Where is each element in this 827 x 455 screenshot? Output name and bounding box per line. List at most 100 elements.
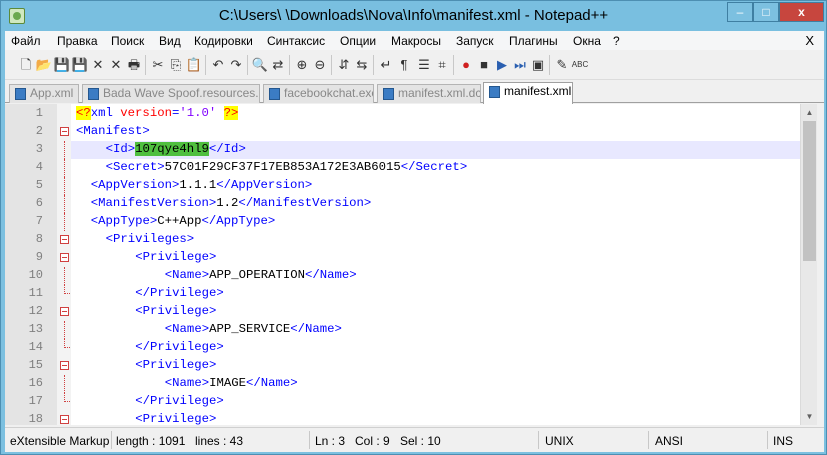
code-line[interactable]: 14 </Privilege> bbox=[5, 339, 800, 357]
scroll-down-arrow-icon[interactable]: ▼ bbox=[801, 408, 818, 425]
code-text[interactable]: <AppType>C++App</AppType> bbox=[71, 213, 800, 231]
code-line[interactable]: 17 </Privilege> bbox=[5, 393, 800, 411]
close-all-icon[interactable]: ✕ bbox=[107, 56, 125, 74]
zoom-out-icon[interactable]: ⊖ bbox=[311, 56, 329, 74]
code-line[interactable]: 6 <ManifestVersion>1.2</ManifestVersion> bbox=[5, 195, 800, 213]
menu-search[interactable]: Поиск bbox=[111, 34, 144, 48]
menu-macros[interactable]: Макросы bbox=[391, 34, 441, 48]
abc-spellcheck-icon[interactable]: ABC bbox=[571, 56, 589, 74]
scrollbar-thumb[interactable] bbox=[803, 121, 816, 261]
fold-toggle-icon[interactable] bbox=[60, 127, 69, 136]
spellcheck-icon[interactable]: ✎ bbox=[553, 56, 571, 74]
code-line[interactable]: 4 <Secret>57C01F29CF37F17EB853A172E3AB601… bbox=[5, 159, 800, 177]
code-token: 1.1.1 bbox=[179, 178, 217, 192]
paste-icon[interactable]: 📋 bbox=[185, 56, 203, 74]
code-text[interactable]: <Id>107qye4hl9</Id> bbox=[71, 141, 800, 159]
code-text[interactable]: </Privilege> bbox=[71, 339, 800, 357]
sync-vertical-icon[interactable]: ⇵ bbox=[335, 56, 353, 74]
indent-guide-icon[interactable]: ☰ bbox=[415, 56, 433, 74]
sync-horizontal-icon[interactable]: ⇆ bbox=[353, 56, 371, 74]
code-text[interactable]: <Privilege> bbox=[71, 249, 800, 267]
code-text[interactable]: <?xml version='1.0' ?> bbox=[71, 105, 800, 123]
text-editor[interactable]: 1 <?xml version='1.0' ?> 2 <Manifest> 3 <Id>1… bbox=[5, 104, 824, 425]
menu-plugins[interactable]: Плагины bbox=[509, 34, 558, 48]
play-macro-icon[interactable]: ▶ bbox=[493, 56, 511, 74]
code-text[interactable]: <Name>APP_SERVICE</Name> bbox=[71, 321, 800, 339]
copy-icon[interactable]: ⎘ bbox=[167, 56, 185, 74]
tab-manifest-xml[interactable]: manifest.xml bbox=[483, 82, 573, 104]
code-text[interactable]: <Name>APP_OPERATION</Name> bbox=[71, 267, 800, 285]
cut-icon[interactable]: ✂ bbox=[149, 56, 167, 74]
code-line[interactable]: 10 <Name>APP_OPERATION</Name> bbox=[5, 267, 800, 285]
code-text[interactable]: <ManifestVersion>1.2</ManifestVersion> bbox=[71, 195, 800, 213]
menu-syntax[interactable]: Синтаксис bbox=[267, 34, 325, 48]
code-text[interactable]: <AppVersion>1.1.1</AppVersion> bbox=[71, 177, 800, 195]
menu-options[interactable]: Опции bbox=[340, 34, 376, 48]
save-macro-icon[interactable]: ▣ bbox=[529, 56, 547, 74]
code-line[interactable]: 1 <?xml version='1.0' ?> bbox=[5, 105, 800, 123]
fold-toggle-icon[interactable] bbox=[60, 415, 69, 424]
code-line[interactable]: 16 <Name>IMAGE</Name> bbox=[5, 375, 800, 393]
code-text[interactable]: <Secret>57C01F29CF37F17EB853A172E3AB6015… bbox=[71, 159, 800, 177]
fold-toggle-icon[interactable] bbox=[60, 361, 69, 370]
open-file-icon[interactable]: 📂 bbox=[35, 56, 53, 74]
code-line[interactable]: 11 </Privilege> bbox=[5, 285, 800, 303]
code-line[interactable]: 3 <Id>107qye4hl9</Id> bbox=[5, 141, 800, 159]
print-icon[interactable]: 🖶 bbox=[125, 56, 143, 74]
code-text[interactable]: </Privilege> bbox=[71, 393, 800, 411]
stop-macro-icon[interactable]: ■ bbox=[475, 56, 493, 74]
redo-icon[interactable]: ↷ bbox=[227, 56, 245, 74]
replace-icon[interactable]: ⇄ bbox=[269, 56, 287, 74]
code-text[interactable]: <Privileges> bbox=[71, 231, 800, 249]
menu-windows[interactable]: Окна bbox=[573, 34, 601, 48]
fold-toggle-icon[interactable] bbox=[60, 253, 69, 262]
menu-encoding[interactable]: Кодировки bbox=[194, 34, 253, 48]
code-line[interactable]: 15 <Privilege> bbox=[5, 357, 800, 375]
save-all-icon[interactable]: 💾 bbox=[71, 56, 89, 74]
code-line[interactable]: 8 <Privileges> bbox=[5, 231, 800, 249]
scroll-up-arrow-icon[interactable]: ▲ bbox=[801, 104, 818, 121]
code-text[interactable]: <Privilege> bbox=[71, 411, 800, 425]
code-line[interactable]: 12 <Privilege> bbox=[5, 303, 800, 321]
maximize-button[interactable]: □ bbox=[753, 2, 779, 22]
minimize-button[interactable]: ‒ bbox=[727, 2, 753, 22]
tab-app-xml[interactable]: App.xml bbox=[9, 84, 79, 103]
record-macro-icon[interactable]: ● bbox=[457, 56, 475, 74]
close-document-button[interactable]: X bbox=[805, 33, 814, 48]
code-token: </Privilege> bbox=[135, 394, 224, 408]
fold-toggle-icon[interactable] bbox=[60, 307, 69, 316]
word-wrap-icon[interactable]: ↵ bbox=[377, 56, 395, 74]
code-line[interactable]: 18 <Privilege> bbox=[5, 411, 800, 425]
menu-run[interactable]: Запуск bbox=[456, 34, 494, 48]
close-file-icon[interactable]: ✕ bbox=[89, 56, 107, 74]
code-text[interactable]: <Privilege> bbox=[71, 357, 800, 375]
code-line[interactable]: 7 <AppType>C++App</AppType> bbox=[5, 213, 800, 231]
code-line[interactable]: 13 <Name>APP_SERVICE</Name> bbox=[5, 321, 800, 339]
tab-facebookchat[interactable]: facebookchat.exe bbox=[263, 84, 374, 103]
vertical-scrollbar[interactable]: ▲ ▼ bbox=[800, 104, 817, 425]
code-text[interactable]: <Manifest> bbox=[71, 123, 800, 141]
close-window-button[interactable]: x bbox=[779, 2, 824, 22]
menu-view[interactable]: Вид bbox=[159, 34, 181, 48]
fold-toggle-icon[interactable] bbox=[60, 235, 69, 244]
code-text[interactable]: <Name>IMAGE</Name> bbox=[71, 375, 800, 393]
save-icon[interactable]: 💾 bbox=[53, 56, 71, 74]
zoom-in-icon[interactable]: ⊕ bbox=[293, 56, 311, 74]
code-line[interactable]: 5 <AppVersion>1.1.1</AppVersion> bbox=[5, 177, 800, 195]
run-macro-multiple-icon[interactable]: ⏭ bbox=[511, 56, 529, 74]
code-line[interactable]: 2 <Manifest> bbox=[5, 123, 800, 141]
code-text[interactable]: <Privilege> bbox=[71, 303, 800, 321]
user-language-icon[interactable]: ⌗ bbox=[433, 56, 451, 74]
show-all-chars-icon[interactable]: ¶ bbox=[395, 56, 413, 74]
menu-help[interactable]: ? bbox=[613, 34, 620, 48]
find-icon[interactable]: 🔍 bbox=[251, 56, 269, 74]
code-text[interactable]: </Privilege> bbox=[71, 285, 800, 303]
menu-edit[interactable]: Правка bbox=[57, 34, 98, 48]
title-bar[interactable]: C:\Users\ \Downloads\Nova\Info\manifest.… bbox=[1, 1, 826, 31]
undo-icon[interactable]: ↶ bbox=[209, 56, 227, 74]
menu-file[interactable]: Файл bbox=[11, 34, 41, 48]
tab-bada-wave-spoof[interactable]: Bada Wave Spoof.resources.dll bbox=[82, 84, 260, 103]
tab-manifest-xml-dcf[interactable]: manifest.xml.dcf bbox=[377, 84, 481, 103]
code-line[interactable]: 9 <Privilege> bbox=[5, 249, 800, 267]
new-file-icon[interactable]: 🗋 bbox=[17, 56, 35, 74]
